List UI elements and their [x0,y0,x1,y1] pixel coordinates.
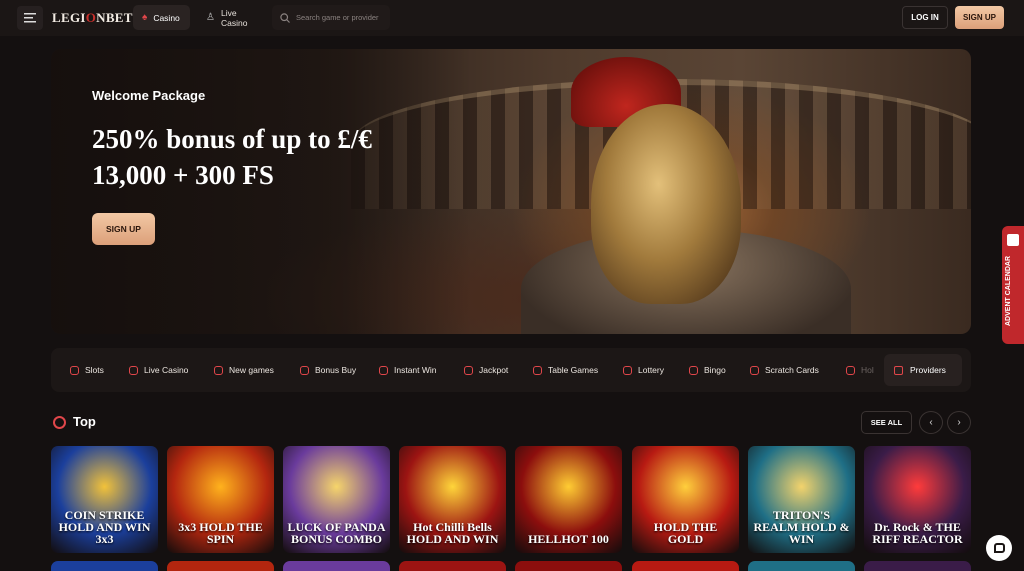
game-tile-partial[interactable] [632,561,739,571]
login-button[interactable]: LOG IN [902,6,948,29]
game-title: HELLHOT 100 [528,532,609,546]
dealer-icon: ♙ [206,12,215,23]
game-title: Dr. Rock & THE RIFF REACTOR [872,520,963,546]
nav-casino[interactable]: ♠ Casino [133,5,190,30]
category-slots[interactable]: Slots [70,348,104,392]
hero-kicker: Welcome Package [92,88,206,103]
category-label: New games [229,365,274,375]
category-label: Jackpot [479,365,509,375]
scratch-icon [750,365,759,375]
providers-label: Providers [910,365,946,375]
see-all-button[interactable]: SEE ALL [861,411,912,434]
game-tile[interactable]: Hot Chilli Bells HOLD AND WIN [399,446,506,553]
gift-icon [1007,234,1019,246]
category-table-games[interactable]: Table Games [533,348,598,392]
hero-title: 250% bonus of up to £/€ 13,000 + 300 FS [92,124,372,190]
nav-casino-label: Casino [153,12,180,23]
chat-icon [993,543,1005,553]
grid-icon [894,365,903,375]
game-title: 3x3 HOLD THE SPIN [178,520,263,546]
category-scratch-cards[interactable]: Scratch Cards [750,348,819,392]
category-jackpot[interactable]: Jackpot [464,348,508,392]
game-title: HOLD THE GOLD [653,520,718,546]
rocket-icon [379,365,388,375]
ticket-icon [623,365,632,375]
category-instant-win[interactable]: Instant Win [379,348,437,392]
flame-icon [53,416,66,429]
category-label: Bonus Buy [315,365,357,375]
nav-live-casino[interactable]: ♙ Live Casino [197,5,267,30]
section-title: Top [73,414,96,429]
cards-icon [533,365,542,375]
category-bingo[interactable]: Bingo [689,348,726,392]
category-label: Hol [861,365,874,375]
logo[interactable]: LEGIONBET [52,10,133,26]
hamburger-icon [24,13,36,23]
menu-button[interactable] [17,6,43,30]
category-new-games[interactable]: New games [214,348,274,392]
game-tile[interactable]: LUCK OF PANDA BONUS COMBO [283,446,390,553]
search-input[interactable]: Search game or provider [272,5,390,30]
category-label: Slots [85,365,104,375]
category-holiday[interactable]: Hol [846,348,874,392]
category-label: Live Casino [144,365,189,375]
game-title: TRITON'S REALM HOLD & WIN [753,508,850,546]
prev-arrow-button[interactable]: ‹ [919,411,943,434]
category-bar: Slots Live Casino New games Bonus Buy In… [51,348,971,392]
category-label: Bingo [704,365,726,375]
spade-icon: ♠ [142,12,148,23]
game-title: LUCK OF PANDA BONUS COMBO [287,520,386,546]
bingo-ball-icon [689,365,698,375]
advent-calendar-tab[interactable]: ADVENT CALENDAR [1002,226,1024,344]
search-icon [280,12,290,23]
dealer-icon [129,365,138,375]
providers-button[interactable]: Providers [884,354,962,386]
game-tile[interactable]: COIN STRIKE HOLD AND WIN 3x3 [51,446,158,553]
signup-button[interactable]: SIGN UP [955,6,1004,29]
category-label: Scratch Cards [765,365,819,375]
game-tile-partial[interactable] [515,561,622,571]
game-title: Hot Chilli Bells HOLD AND WIN [406,520,499,546]
bolt-icon [214,365,223,375]
game-tile-partial[interactable] [283,561,390,571]
category-label: Instant Win [394,365,437,375]
game-tile-partial[interactable] [51,561,158,571]
game-tile-partial[interactable] [167,561,274,571]
nav-live-casino-label: Live Casino [220,7,248,28]
gift-icon [300,365,309,375]
game-tile[interactable]: 3x3 HOLD THE SPIN [167,446,274,553]
game-tile-partial[interactable] [748,561,855,571]
holiday-icon [846,365,855,375]
category-lottery[interactable]: Lottery [623,348,664,392]
moneybag-icon [464,365,473,375]
game-tile[interactable]: TRITON'S REALM HOLD & WIN [748,446,855,553]
cherries-icon [70,365,79,375]
gladiator-helmet-illustration [591,104,741,304]
game-title: COIN STRIKE HOLD AND WIN 3x3 [58,508,151,546]
game-tile-partial[interactable] [399,561,506,571]
hero-signup-button[interactable]: SIGN UP [92,213,155,245]
top-bar: LEGIONBET ♠ Casino ♙ Live Casino Search … [0,0,1024,36]
game-tile-partial[interactable] [864,561,971,571]
search-placeholder: Search game or provider [296,13,379,22]
advent-calendar-label: ADVENT CALENDAR [1005,256,1012,326]
hero-banner[interactable]: Welcome Package 250% bonus of up to £/€ … [51,49,971,334]
category-live-casino[interactable]: Live Casino [129,348,188,392]
game-tile[interactable]: HOLD THE GOLD [632,446,739,553]
chat-button[interactable] [986,535,1012,561]
game-tile[interactable]: HELLHOT 100 [515,446,622,553]
category-label: Lottery [638,365,664,375]
game-tile[interactable]: Dr. Rock & THE RIFF REACTOR [864,446,971,553]
category-bonus-buy[interactable]: Bonus Buy [300,348,356,392]
next-arrow-button[interactable]: › [947,411,971,434]
category-label: Table Games [548,365,599,375]
